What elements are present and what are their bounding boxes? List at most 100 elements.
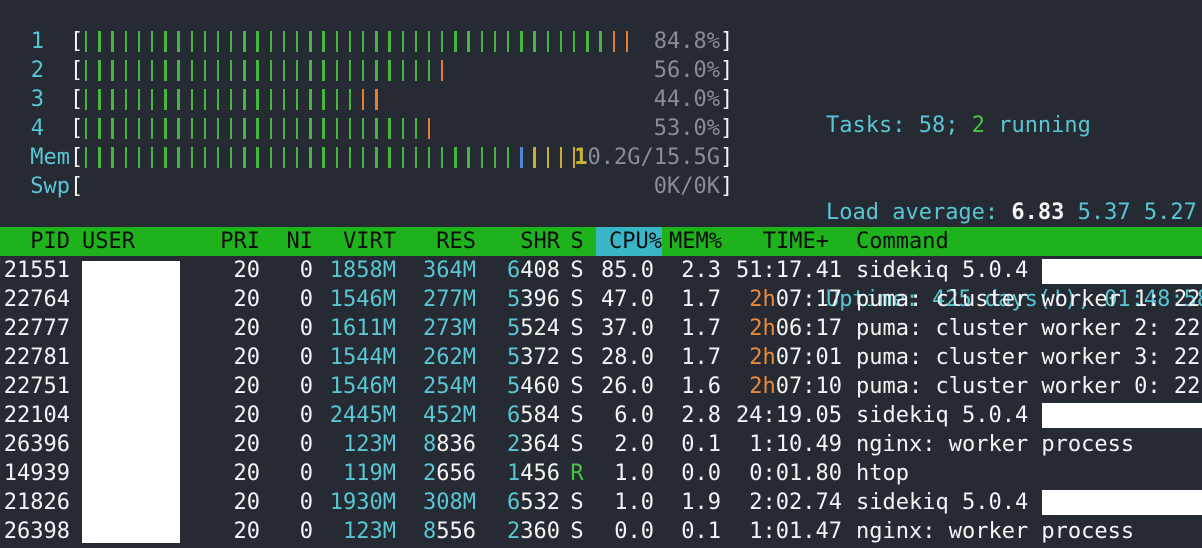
process-time: 2h07:01 xyxy=(749,345,842,370)
column-header-state[interactable]: S xyxy=(569,227,585,256)
tasks-running-count: 2 xyxy=(971,113,985,138)
meter-label: 2 xyxy=(30,58,44,83)
process-command: htop xyxy=(856,461,909,486)
process-shr: 5372 xyxy=(507,345,560,370)
redacted-args-3 xyxy=(1042,490,1202,515)
meter-label: Swp xyxy=(30,174,70,199)
process-res: 2656 xyxy=(423,461,476,486)
meter-1: 1[84.8%] xyxy=(0,27,740,56)
process-pid: 22781 xyxy=(3,345,70,370)
process-virt: 123M xyxy=(343,519,396,544)
process-mem: 0.0 xyxy=(681,461,721,486)
process-cpu: 1.0 xyxy=(614,461,654,486)
process-priority: 20 xyxy=(233,316,261,341)
process-res: 308M xyxy=(423,490,476,515)
process-priority: 20 xyxy=(233,490,261,515)
process-state: S xyxy=(570,403,584,428)
process-nice: 0 xyxy=(299,345,313,370)
process-table-header: PID USER PRI NI VIRT RES SHR S CPU% MEM%… xyxy=(0,227,1202,256)
process-row[interactable]: 22104 20 0 2445M 452M 6584 S 6.0 2.8 24:19.05 side… xyxy=(0,401,1202,430)
process-virt: 1930M xyxy=(329,490,396,515)
process-res: 262M xyxy=(423,345,476,370)
process-pid: 21826 xyxy=(3,490,70,515)
process-nice: 0 xyxy=(299,519,313,544)
process-cpu: 47.0 xyxy=(601,287,654,312)
meter-close-bracket: ] xyxy=(720,87,734,112)
meter-close-bracket: ] xyxy=(720,58,734,83)
process-virt: 1858M xyxy=(329,258,396,283)
process-cpu: 2.0 xyxy=(614,432,654,457)
process-res: 364M xyxy=(423,258,476,283)
process-time: 24:19.05 xyxy=(736,403,842,428)
process-command: nginx: worker process xyxy=(856,432,1135,457)
meter-label: Mem xyxy=(30,145,70,170)
process-priority: 20 xyxy=(233,374,261,399)
process-res: 452M xyxy=(423,403,476,428)
meter-label: 3 xyxy=(30,87,44,112)
process-shr: 5524 xyxy=(507,316,560,341)
process-row[interactable]: 14939 20 0 119M 2656 1456 R 1.0 0.0 0:01.80 htop xyxy=(0,459,1202,488)
process-command: nginx: worker process xyxy=(856,519,1135,544)
process-row[interactable]: 22777 20 0 1611M 273M 5524 S 37.0 1.7 2h06:17 puma… xyxy=(0,314,1202,343)
process-res: 254M xyxy=(423,374,476,399)
column-header-user[interactable]: USER xyxy=(82,227,135,256)
column-header-virt[interactable]: VIRT xyxy=(322,227,396,256)
process-shr: 1456 xyxy=(507,461,560,486)
process-time: 1:01.47 xyxy=(749,519,842,544)
process-shr: 5396 xyxy=(507,287,560,312)
process-row[interactable]: 22764 20 0 1546M 277M 5396 S 47.0 1.7 2h07:17 puma… xyxy=(0,285,1202,314)
process-time: 2h06:17 xyxy=(749,316,842,341)
meter-value: 56.0% xyxy=(653,58,720,83)
process-state: R xyxy=(570,461,584,486)
process-priority: 20 xyxy=(233,432,261,457)
process-row[interactable]: 22751 20 0 1546M 254M 5460 S 26.0 1.6 2h07:10 puma… xyxy=(0,372,1202,401)
column-header-command[interactable]: Command xyxy=(856,227,949,256)
process-cpu: 1.0 xyxy=(614,490,654,515)
load-average-1min: 6.83 xyxy=(1011,200,1065,225)
column-header-shr[interactable]: SHR xyxy=(496,227,560,256)
meter-swp: Swp[0K/0K] xyxy=(0,172,740,201)
process-virt: 123M xyxy=(343,432,396,457)
meter-3: 3[44.0%] xyxy=(0,85,740,114)
meter-label: 1 xyxy=(30,29,44,54)
process-state: S xyxy=(570,316,584,341)
meter-label: 4 xyxy=(30,116,44,141)
meter-close-bracket: ] xyxy=(720,116,734,141)
column-header-time[interactable]: TIME+ xyxy=(731,227,829,256)
process-row[interactable]: 21551 20 0 1858M 364M 6408 S 85.0 2.3 51:17.41 sid… xyxy=(0,256,1202,285)
process-nice: 0 xyxy=(299,432,313,457)
process-time: 0:01.80 xyxy=(749,461,842,486)
column-header-mem[interactable]: MEM% xyxy=(664,227,722,256)
process-row[interactable]: 26398 20 0 123M 8556 2360 S 0.0 0.1 1:01.47 nginx:… xyxy=(0,517,1202,546)
tasks-total: 58 xyxy=(918,113,946,138)
column-header-pid[interactable]: PID xyxy=(0,227,70,256)
process-row[interactable]: 22781 20 0 1544M 262M 5372 S 28.0 1.7 2h07:01 puma… xyxy=(0,343,1202,372)
process-nice: 0 xyxy=(299,490,313,515)
process-command: sidekiq 5.0.4 xyxy=(856,258,1029,283)
process-priority: 20 xyxy=(233,519,261,544)
meter-close-bracket: ] xyxy=(720,174,734,199)
process-nice: 0 xyxy=(299,258,313,283)
process-shr: 2360 xyxy=(507,519,560,544)
column-header-pri[interactable]: PRI xyxy=(218,227,260,256)
process-command: puma: cluster worker 1: 22 xyxy=(856,287,1201,312)
meter-value: 84.8% xyxy=(653,29,720,54)
meter-value: 0K/0K xyxy=(653,174,720,199)
process-state: S xyxy=(570,374,584,399)
process-virt: 1611M xyxy=(329,316,396,341)
process-row[interactable]: 26396 20 0 123M 8836 2364 S 2.0 0.1 1:10.49 nginx:… xyxy=(0,430,1202,459)
meter-bar xyxy=(80,60,449,81)
process-time: 2:02.74 xyxy=(749,490,842,515)
column-header-cpu-sorted[interactable]: CPU% xyxy=(596,227,662,256)
process-cpu: 6.0 xyxy=(614,403,654,428)
process-shr: 6408 xyxy=(507,258,560,283)
process-res: 277M xyxy=(423,287,476,312)
process-row[interactable]: 21826 20 0 1930M 308M 6532 S 1.0 1.9 2:02.74 sidek… xyxy=(0,488,1202,517)
column-header-res[interactable]: RES xyxy=(410,227,476,256)
process-pid: 22764 xyxy=(3,287,70,312)
process-priority: 20 xyxy=(233,287,261,312)
column-header-ni[interactable]: NI xyxy=(280,227,314,256)
process-nice: 0 xyxy=(299,374,313,399)
process-cpu: 85.0 xyxy=(601,258,654,283)
process-pid: 22751 xyxy=(3,374,70,399)
